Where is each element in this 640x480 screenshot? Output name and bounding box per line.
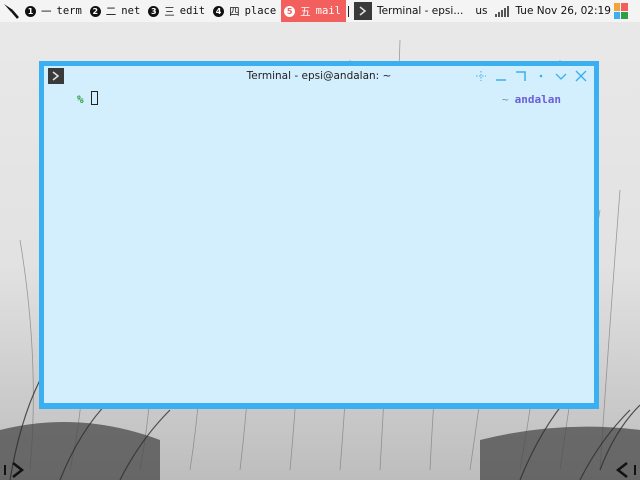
- close-icon: [575, 70, 587, 82]
- workspace-1[interactable]: 1 一 term: [22, 0, 87, 22]
- panel-handle: [634, 465, 636, 475]
- workspace-label: edit: [179, 5, 206, 17]
- workspace-label: mail: [315, 5, 341, 17]
- workspace-number-badge: 5: [284, 5, 296, 17]
- right-prompt-path: ~: [502, 93, 509, 106]
- workspace-glyph: 一: [41, 5, 52, 18]
- workspace-3[interactable]: 3 三 edit: [145, 0, 210, 22]
- close-button[interactable]: [574, 69, 588, 83]
- chevron-right-icon[interactable]: [10, 462, 26, 478]
- window-titlebar[interactable]: Terminal - epsi@andalan: ~: [44, 66, 594, 86]
- workspace-label: place: [244, 5, 277, 17]
- workspace-glyph: 四: [229, 5, 240, 18]
- workspace-number-badge: 2: [89, 5, 101, 17]
- maximize-button[interactable]: [514, 69, 528, 83]
- workspace-label: net: [121, 5, 141, 17]
- network-signal-icon[interactable]: [495, 5, 510, 17]
- bottom-left-panel: [0, 460, 40, 480]
- workspace-4[interactable]: 4 四 place: [210, 0, 281, 22]
- keyboard-layout-indicator[interactable]: us: [475, 5, 487, 17]
- stick-icon: [539, 74, 543, 78]
- chevron-left-icon[interactable]: [614, 462, 630, 478]
- pen-tool-icon: [4, 4, 19, 19]
- maximize-icon: [516, 71, 526, 81]
- minimize-icon: [496, 79, 506, 81]
- minimize-button[interactable]: [494, 69, 508, 83]
- right-prompt: ~ andalan: [502, 93, 561, 106]
- workspace-number-badge: 4: [213, 5, 225, 17]
- whisker-menu-icon[interactable]: [613, 3, 628, 19]
- workspace-glyph: 三: [164, 5, 175, 18]
- taskbar-item-label: Terminal - epsi...: [376, 5, 464, 17]
- app-menu-button[interactable]: [0, 0, 22, 22]
- stick-button[interactable]: [534, 69, 548, 83]
- workspace-glyph: 二: [105, 5, 117, 18]
- workspace-2[interactable]: 2 二 net: [87, 0, 145, 22]
- panel-handle: [4, 465, 6, 475]
- shade-button[interactable]: [554, 69, 568, 83]
- workspace-number-badge: 3: [148, 5, 160, 17]
- move-icon: [476, 71, 486, 81]
- clock[interactable]: Tue Nov 26, 02:19: [515, 5, 610, 17]
- workspace-label: term: [56, 5, 82, 17]
- text-cursor: [91, 91, 98, 105]
- shade-icon: [555, 73, 567, 80]
- taskbar-item-terminal[interactable]: Terminal - epsi...: [353, 0, 467, 22]
- right-prompt-host: andalan: [514, 93, 561, 106]
- bottom-right-panel: [600, 460, 640, 480]
- move-button[interactable]: [474, 69, 488, 83]
- terminal-icon: [353, 2, 372, 20]
- terminal-window[interactable]: Terminal - epsi@andalan: ~ % ~ andalan: [39, 61, 599, 409]
- panel-separator: [347, 5, 349, 17]
- workspace-number-badge: 1: [25, 5, 36, 17]
- top-panel: 1 一 term 2 二 net 3 三 edit 4 四 place 5 五 …: [0, 0, 640, 22]
- workspace-5[interactable]: 5 五 mail: [281, 0, 346, 22]
- shell-prompt: %: [77, 93, 84, 106]
- workspace-glyph: 五: [300, 5, 311, 18]
